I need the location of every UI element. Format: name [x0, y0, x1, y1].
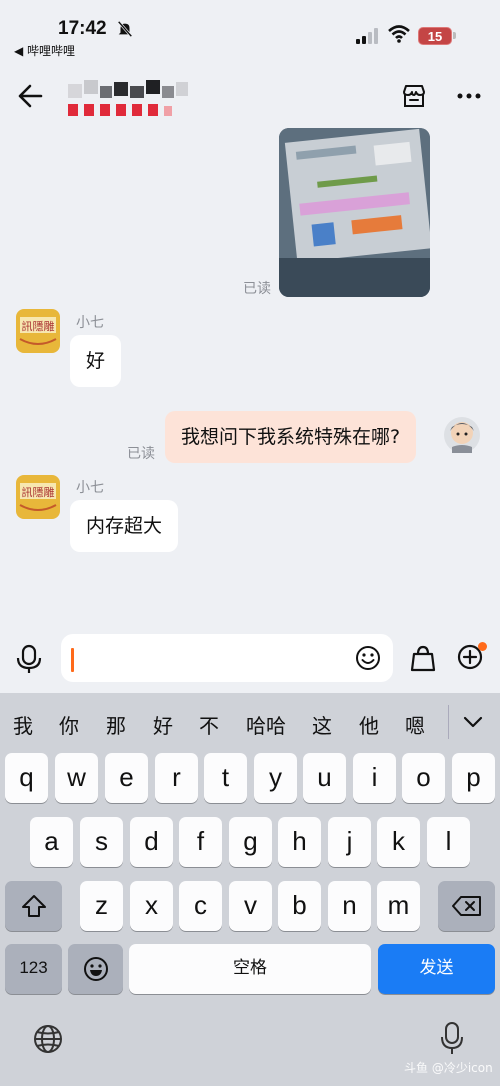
key-i[interactable]: i	[353, 753, 396, 803]
key-s[interactable]: s	[80, 817, 123, 867]
candidate-bar: 我 你 那 好 不 哈哈 这 他 嗯	[0, 693, 500, 751]
read-status: 已读	[127, 446, 155, 462]
emoji-key[interactable]	[68, 944, 123, 994]
key-j[interactable]: j	[328, 817, 371, 867]
read-status: 已读	[243, 281, 271, 297]
watermark-text: 斗鱼 @冷少icon	[404, 1061, 493, 1075]
key-u[interactable]: u	[303, 753, 346, 803]
status-time: 17:42	[58, 18, 107, 39]
signal-icon	[356, 28, 378, 44]
key-b[interactable]: b	[278, 881, 321, 931]
keyboard: 我 你 那 好 不 哈哈 这 他 嗯 q w e r t y u i o p a…	[0, 693, 500, 1086]
key-z[interactable]: z	[80, 881, 123, 931]
wifi-icon	[388, 25, 410, 43]
mute-bell-icon	[117, 20, 133, 38]
shift-arrow-icon	[21, 895, 46, 917]
shop-icon[interactable]	[400, 82, 428, 110]
key-o[interactable]: o	[402, 753, 445, 803]
key-h[interactable]: h	[278, 817, 321, 867]
key-c[interactable]: c	[179, 881, 222, 931]
message-bubble[interactable]: 好	[70, 335, 122, 387]
key-v[interactable]: v	[229, 881, 272, 931]
photo-content	[279, 128, 430, 297]
emoji-face-icon	[83, 957, 108, 981]
candidate-word[interactable]: 他	[359, 710, 379, 739]
input-bar	[0, 628, 500, 692]
more-options-icon[interactable]	[455, 86, 483, 106]
key-t[interactable]: t	[204, 753, 247, 803]
contact-avatar[interactable]: 訊隱雕	[16, 309, 60, 353]
candidate-word[interactable]: 我	[13, 710, 33, 739]
sender-name: 小七	[76, 315, 104, 331]
user-avatar[interactable]	[442, 413, 482, 457]
contact-avatar[interactable]: 訊隱雕	[16, 475, 60, 519]
contact-logo-icon: 訊隱雕	[16, 309, 60, 353]
back-arrow-icon[interactable]	[16, 82, 44, 110]
chevron-down-icon[interactable]	[462, 711, 484, 733]
key-m[interactable]: m	[377, 881, 420, 931]
candidate-word[interactable]: 哈哈	[246, 710, 286, 739]
key-y[interactable]: y	[254, 753, 297, 803]
candidate-word[interactable]: 这	[312, 710, 332, 739]
key-x[interactable]: x	[130, 881, 173, 931]
back-to-app-link[interactable]: ◀ 哔哩哔哩	[14, 42, 75, 59]
message-input[interactable]	[61, 634, 393, 682]
key-e[interactable]: e	[105, 753, 148, 803]
status-bar: 17:42 ◀ 哔哩哔哩 15	[0, 0, 500, 64]
sender-name: 小七	[76, 480, 104, 496]
battery-tip	[453, 32, 456, 39]
key-l[interactable]: l	[427, 817, 470, 867]
message-bubble[interactable]: 内存超大	[70, 500, 179, 552]
candidate-divider	[448, 705, 449, 739]
contact-name-pixelated	[68, 80, 188, 116]
dictation-mic-icon[interactable]	[440, 1021, 464, 1055]
chat-header	[0, 70, 500, 126]
sent-photo[interactable]	[279, 128, 430, 297]
svg-text:訊隱雕: 訊隱雕	[22, 485, 55, 499]
key-k[interactable]: k	[377, 817, 420, 867]
backspace-key[interactable]	[438, 881, 495, 931]
svg-text:訊隱雕: 訊隱雕	[22, 319, 55, 333]
candidate-word[interactable]: 嗯	[405, 710, 425, 739]
candidate-word[interactable]: 你	[59, 710, 79, 739]
backspace-icon	[451, 896, 481, 916]
key-d[interactable]: d	[130, 817, 173, 867]
key-p[interactable]: p	[452, 753, 495, 803]
battery-indicator: 15	[418, 27, 452, 45]
key-n[interactable]: n	[328, 881, 371, 931]
text-cursor	[71, 648, 74, 672]
numbers-key[interactable]: 123	[5, 944, 62, 994]
key-g[interactable]: g	[229, 817, 272, 867]
message-bubble-self[interactable]: 我想问下我系统特殊在哪?	[165, 411, 417, 463]
key-f[interactable]: f	[179, 817, 222, 867]
emoji-icon[interactable]	[355, 645, 381, 671]
contact-logo-icon: 訊隱雕	[16, 475, 60, 519]
shift-key[interactable]	[5, 881, 62, 931]
voice-input-icon[interactable]	[16, 644, 42, 674]
candidate-word[interactable]: 不	[199, 710, 219, 739]
shopping-bag-icon[interactable]	[410, 644, 436, 672]
key-a[interactable]: a	[30, 817, 73, 867]
space-key[interactable]: 空格	[129, 944, 371, 994]
send-key[interactable]: 发送	[378, 944, 495, 994]
candidate-word[interactable]: 那	[106, 710, 126, 739]
notification-dot	[478, 642, 487, 651]
globe-icon[interactable]	[32, 1023, 64, 1055]
key-w[interactable]: w	[55, 753, 98, 803]
candidate-word[interactable]: 好	[153, 710, 173, 739]
key-r[interactable]: r	[155, 753, 198, 803]
key-q[interactable]: q	[5, 753, 48, 803]
